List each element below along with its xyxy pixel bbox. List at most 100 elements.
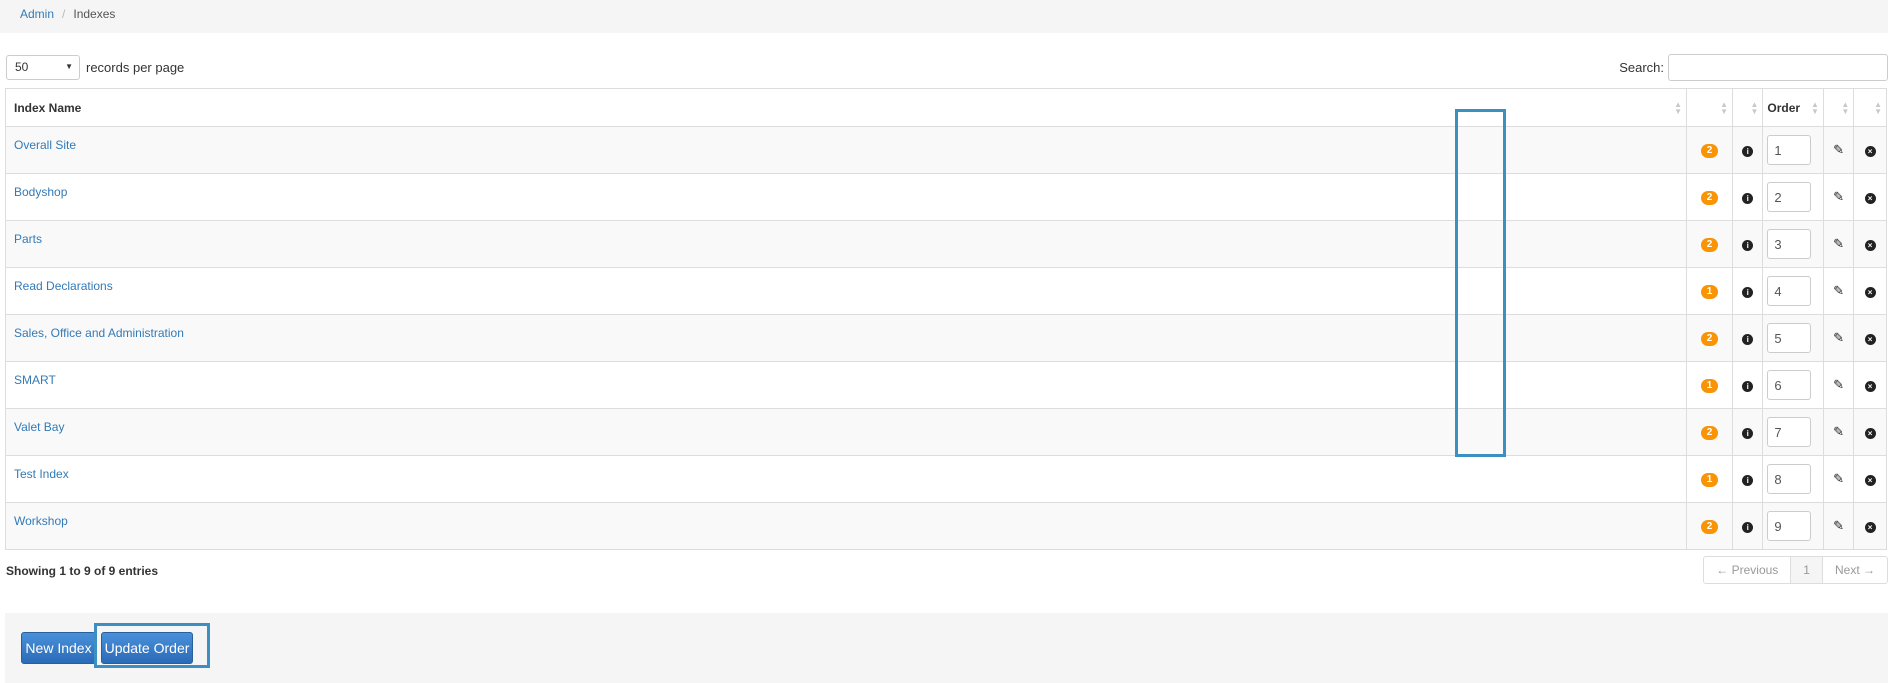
index-name-link[interactable]: Test Index: [14, 467, 69, 481]
index-name-cell: Parts: [4, 220, 1688, 268]
info-circle-icon[interactable]: i: [1742, 240, 1754, 251]
column-header-label: Order: [1767, 100, 1801, 115]
index-name-cell: Sales, Office and Administration: [4, 314, 1688, 362]
info-cell: i: [1732, 455, 1764, 503]
count-cell: 2: [1686, 126, 1734, 174]
pagination-previous[interactable]: ← Previous: [1704, 557, 1790, 583]
info-circle-icon[interactable]: i: [1742, 381, 1754, 392]
order-input[interactable]: [1767, 229, 1812, 259]
indexes-table: Index Name ▲ ▼ ▲ ▼ ▲ ▼ Order ▲ ▼ ▲ ▼ ▲ ▼ Overall…: [4, 88, 1887, 550]
index-name-cell: Valet Bay: [4, 408, 1688, 456]
order-input[interactable]: [1767, 135, 1812, 165]
table-row: Parts 2 i ✎ ×: [4, 220, 1887, 268]
close-circle-icon[interactable]: ×: [1864, 240, 1876, 251]
breadcrumb-separator: /: [62, 7, 66, 21]
edit-cell: ✎: [1822, 173, 1855, 221]
info-cell: i: [1732, 267, 1764, 315]
order-input[interactable]: [1767, 464, 1812, 494]
close-circle-icon[interactable]: ×: [1864, 381, 1876, 392]
pencil-icon[interactable]: ✎: [1833, 330, 1844, 345]
close-circle-icon[interactable]: ×: [1864, 522, 1876, 533]
order-input[interactable]: [1767, 511, 1812, 541]
table-row: SMART 1 i ✎ ×: [4, 361, 1887, 409]
column-header-count[interactable]: ▲ ▼: [1686, 88, 1734, 127]
order-input[interactable]: [1767, 323, 1812, 353]
info-circle-icon[interactable]: i: [1742, 522, 1754, 533]
index-name-cell: Workshop: [4, 502, 1688, 550]
column-header-edit[interactable]: ▲ ▼: [1822, 88, 1855, 127]
table-row: Valet Bay 2 i ✎ ×: [4, 408, 1887, 456]
count-badge: 2: [1700, 191, 1719, 205]
count-cell: 2: [1686, 173, 1734, 221]
count-badge: 2: [1700, 144, 1719, 158]
order-input[interactable]: [1767, 417, 1812, 447]
close-circle-icon[interactable]: ×: [1864, 334, 1876, 345]
close-circle-icon[interactable]: ×: [1864, 287, 1876, 298]
index-name-link[interactable]: Valet Bay: [14, 420, 64, 434]
info-circle-icon[interactable]: i: [1742, 334, 1754, 345]
index-name-cell: Overall Site: [4, 126, 1688, 174]
info-circle-icon[interactable]: i: [1742, 475, 1754, 486]
delete-cell: ×: [1853, 408, 1887, 456]
pagination-page-1[interactable]: 1: [1790, 557, 1823, 583]
delete-cell: ×: [1853, 126, 1887, 174]
index-name-cell: Read Declarations: [4, 267, 1688, 315]
pencil-icon[interactable]: ✎: [1833, 283, 1844, 298]
count-cell: 2: [1686, 220, 1734, 268]
delete-cell: ×: [1853, 267, 1887, 315]
pencil-icon[interactable]: ✎: [1833, 377, 1844, 392]
pencil-icon[interactable]: ✎: [1833, 518, 1844, 533]
count-badge: 2: [1700, 332, 1719, 346]
info-circle-icon[interactable]: i: [1742, 428, 1754, 439]
edit-cell: ✎: [1822, 314, 1855, 362]
pagination-next[interactable]: Next →: [1823, 557, 1887, 583]
records-per-page-select[interactable]: 50 ▼: [6, 55, 80, 80]
close-circle-icon[interactable]: ×: [1864, 146, 1876, 157]
records-per-page-value: 50: [15, 60, 29, 74]
order-cell: [1762, 455, 1824, 503]
info-cell: i: [1732, 361, 1764, 409]
info-cell: i: [1732, 408, 1764, 456]
pencil-icon[interactable]: ✎: [1833, 471, 1844, 486]
table-row: Sales, Office and Administration 2 i ✎ ×: [4, 314, 1887, 362]
new-index-button[interactable]: New Index: [21, 632, 96, 664]
pencil-icon[interactable]: ✎: [1833, 236, 1844, 251]
edit-cell: ✎: [1822, 126, 1855, 174]
index-name-cell: Bodyshop: [4, 173, 1688, 221]
search-input[interactable]: [1668, 54, 1888, 81]
delete-cell: ×: [1853, 502, 1887, 550]
order-cell: [1762, 220, 1824, 268]
column-header-order[interactable]: Order ▲ ▼: [1762, 88, 1824, 127]
close-circle-icon[interactable]: ×: [1864, 475, 1876, 486]
info-circle-icon[interactable]: i: [1742, 193, 1754, 204]
order-input[interactable]: [1767, 370, 1812, 400]
index-name-link[interactable]: Read Declarations: [14, 279, 113, 293]
index-name-link[interactable]: Overall Site: [14, 138, 76, 152]
close-circle-icon[interactable]: ×: [1864, 428, 1876, 439]
table-row: Bodyshop 2 i ✎ ×: [4, 173, 1887, 221]
index-name-link[interactable]: Workshop: [14, 514, 68, 528]
order-cell: [1762, 173, 1824, 221]
order-input[interactable]: [1767, 182, 1812, 212]
table-row: Workshop 2 i ✎ ×: [4, 502, 1887, 550]
column-header-index-name[interactable]: Index Name ▲ ▼: [4, 88, 1688, 127]
index-name-cell: SMART: [4, 361, 1688, 409]
pencil-icon[interactable]: ✎: [1833, 189, 1844, 204]
order-input[interactable]: [1767, 276, 1812, 306]
pencil-icon[interactable]: ✎: [1833, 142, 1844, 157]
info-circle-icon[interactable]: i: [1742, 146, 1754, 157]
count-badge: 1: [1700, 473, 1719, 487]
pencil-icon[interactable]: ✎: [1833, 424, 1844, 439]
info-circle-icon[interactable]: i: [1742, 287, 1754, 298]
index-name-link[interactable]: Parts: [14, 232, 42, 246]
column-header-info[interactable]: ▲ ▼: [1732, 88, 1764, 127]
close-circle-icon[interactable]: ×: [1864, 193, 1876, 204]
column-header-delete[interactable]: ▲ ▼: [1853, 88, 1887, 127]
search-control: Search:: [1619, 54, 1888, 81]
breadcrumb-admin-link[interactable]: Admin: [20, 7, 54, 21]
sort-icon: ▲ ▼: [1811, 99, 1819, 116]
index-name-link[interactable]: SMART: [14, 373, 56, 387]
sort-icon: ▲ ▼: [1674, 99, 1683, 116]
index-name-link[interactable]: Bodyshop: [14, 185, 67, 199]
index-name-link[interactable]: Sales, Office and Administration: [14, 326, 184, 340]
